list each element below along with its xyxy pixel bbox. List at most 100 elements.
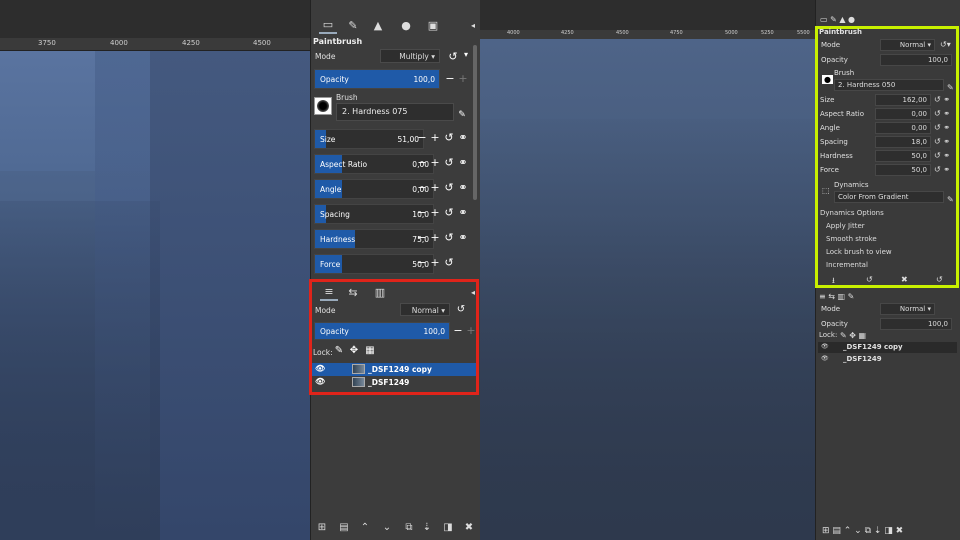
decrease-icon[interactable]: −: [444, 72, 456, 85]
right-field-value[interactable]: 18,0: [875, 136, 931, 148]
right-layer-row[interactable]: 👁 _DSF1249 copy: [818, 342, 957, 353]
device-status-tab-icon[interactable]: ✎: [344, 16, 362, 34]
right-eye-icon[interactable]: 👁: [821, 343, 829, 350]
plus-icon[interactable]: +: [429, 206, 441, 219]
minus-icon[interactable]: −: [416, 181, 428, 194]
right-edit-brush-icon[interactable]: ✎: [947, 83, 954, 92]
right-dynamics-value[interactable]: Color From Gradient: [834, 191, 944, 203]
layers-opacity-slider[interactable]: Opacity 100,0: [314, 322, 450, 340]
opacity-slider[interactable]: Opacity 100,0: [314, 69, 440, 89]
right-lock-icons[interactable]: ✎ ✥ ▦: [840, 331, 866, 340]
plus-icon[interactable]: +: [429, 131, 441, 144]
restore-preset-icon[interactable]: ↺: [866, 275, 873, 284]
minus-icon[interactable]: −: [416, 131, 428, 144]
layers-decrease-icon[interactable]: −: [452, 324, 464, 337]
lock-position-icon[interactable]: ✥: [348, 345, 360, 356]
right-field-value[interactable]: 162,00: [875, 94, 931, 106]
right-dynamics-icon[interactable]: ⬚: [822, 186, 830, 195]
options-scrollbar[interactable]: [473, 45, 477, 200]
right-field-value[interactable]: 0,00: [875, 122, 931, 134]
minus-icon[interactable]: −: [416, 156, 428, 169]
duplicate-layer-icon[interactable]: ⧉: [402, 522, 416, 533]
right-layers-bottom-icons[interactable]: ⊞ ▤ ⌃ ⌄ ⧉ ⇣ ◨ ✖: [822, 526, 903, 536]
mode-select[interactable]: Multiply ▾: [380, 49, 440, 63]
save-preset-icon[interactable]: ⭳: [832, 275, 835, 289]
delete-layer-icon[interactable]: ✖: [462, 522, 476, 533]
right-field-value[interactable]: 50,0: [875, 164, 931, 176]
right-field-value[interactable]: 0,00: [875, 108, 931, 120]
chain-icon[interactable]: ⚭: [457, 206, 469, 219]
chain-icon[interactable]: ⚭: [457, 231, 469, 244]
paths-tab-icon[interactable]: ⇆: [344, 283, 362, 301]
right-image-canvas[interactable]: [480, 39, 815, 540]
right-eye-icon[interactable]: 👁: [821, 355, 829, 362]
right-mode-select[interactable]: Normal ▾: [880, 39, 935, 51]
new-layer-icon[interactable]: ⊞: [315, 522, 329, 533]
minus-icon[interactable]: −: [416, 231, 428, 244]
reset-icon[interactable]: ↺: [443, 256, 455, 269]
right-field-controls-icon[interactable]: ↺ ⚭: [934, 123, 950, 132]
right-field-controls-icon[interactable]: ↺ ⚭: [934, 109, 950, 118]
chain-icon[interactable]: ⚭: [457, 181, 469, 194]
brush-name-field[interactable]: 2. Hardness 075: [336, 103, 454, 121]
right-options-header[interactable]: Dynamics Options: [820, 209, 884, 217]
right-field-controls-icon[interactable]: ↺ ⚭: [934, 137, 950, 146]
right-brush-preview-icon[interactable]: ●: [822, 75, 833, 84]
mask-icon[interactable]: ◨: [441, 522, 455, 533]
right-opacity-field[interactable]: 100,0: [880, 54, 952, 66]
slider-size[interactable]: Size 51,00: [314, 129, 424, 149]
minus-icon[interactable]: −: [416, 256, 428, 269]
right-brush-name[interactable]: 2. Hardness 050: [834, 79, 944, 91]
visibility-eye-icon[interactable]: 👁: [315, 377, 325, 386]
mode-menu-icon[interactable]: ▾: [460, 50, 472, 59]
right-horizontal-ruler[interactable]: 4000 4250 4500 4750 5000 5250 5500: [480, 30, 815, 39]
right-field-value[interactable]: 50,0: [875, 150, 931, 162]
right-option-checkbox[interactable]: Apply Jitter: [826, 222, 865, 230]
right-layers-tab-icons[interactable]: ≡ ⇆ ▥ ✎: [819, 292, 854, 301]
brush-preview[interactable]: [314, 97, 332, 115]
histogram-tab-icon[interactable]: ▲: [369, 16, 387, 34]
layers-mode-select[interactable]: Normal ▾: [400, 303, 450, 316]
brushes-tab-icon[interactable]: ●: [397, 16, 415, 34]
layers-increase-icon[interactable]: +: [465, 324, 477, 337]
right-option-checkbox[interactable]: Smooth stroke: [826, 235, 877, 243]
raise-layer-icon[interactable]: ⌃: [358, 522, 372, 533]
lock-alpha-icon[interactable]: ▦: [364, 345, 376, 356]
reset-preset-icon[interactable]: ↺: [936, 275, 943, 284]
plus-icon[interactable]: +: [429, 256, 441, 269]
right-layer-row[interactable]: 👁 _DSF1249: [818, 354, 957, 365]
right-mode-reset-icon[interactable]: ↺▾: [940, 40, 951, 49]
merge-down-icon[interactable]: ⇣: [420, 522, 434, 533]
reset-icon[interactable]: ↺: [443, 181, 455, 194]
left-horizontal-ruler[interactable]: 3750 4000 4250 4500: [0, 38, 310, 51]
right-layers-mode-select[interactable]: Normal ▾: [880, 303, 935, 315]
minus-icon[interactable]: −: [416, 206, 428, 219]
reset-icon[interactable]: ↺: [443, 231, 455, 244]
plus-icon[interactable]: +: [429, 181, 441, 194]
reset-icon[interactable]: ↺: [443, 156, 455, 169]
reset-icon[interactable]: ↺: [443, 206, 455, 219]
plus-icon[interactable]: +: [429, 156, 441, 169]
tool-options-tab-icon[interactable]: ▭ ✎ ▲ ●: [820, 15, 855, 24]
images-tab-icon[interactable]: ▣: [424, 16, 442, 34]
edit-brush-icon[interactable]: ✎: [456, 110, 468, 120]
layer-row[interactable]: 👁 _DSF1249: [312, 376, 476, 389]
layers-tab-icon[interactable]: ≡: [320, 283, 338, 301]
reset-mode-icon[interactable]: ↺: [447, 50, 459, 63]
plus-icon[interactable]: +: [429, 231, 441, 244]
right-layers-opacity-field[interactable]: 100,0: [880, 318, 952, 330]
lower-layer-icon[interactable]: ⌄: [380, 522, 394, 533]
channels-tab-icon[interactable]: ▥: [371, 283, 389, 301]
right-edit-dynamics-icon[interactable]: ✎: [947, 195, 954, 204]
right-field-controls-icon[interactable]: ↺ ⚭: [934, 95, 950, 104]
right-field-controls-icon[interactable]: ↺ ⚭: [934, 165, 950, 174]
chain-icon[interactable]: ⚭: [457, 156, 469, 169]
lock-pixels-icon[interactable]: ✎: [333, 345, 345, 356]
left-image-canvas[interactable]: [0, 51, 310, 540]
chain-icon[interactable]: ⚭: [457, 131, 469, 144]
right-option-checkbox[interactable]: Incremental: [826, 261, 868, 269]
layer-row[interactable]: 👁 _DSF1249 copy: [312, 363, 476, 376]
right-option-checkbox[interactable]: Lock brush to view: [826, 248, 892, 256]
layers-reset-icon[interactable]: ↺: [455, 304, 467, 315]
visibility-eye-icon[interactable]: 👁: [315, 364, 325, 373]
